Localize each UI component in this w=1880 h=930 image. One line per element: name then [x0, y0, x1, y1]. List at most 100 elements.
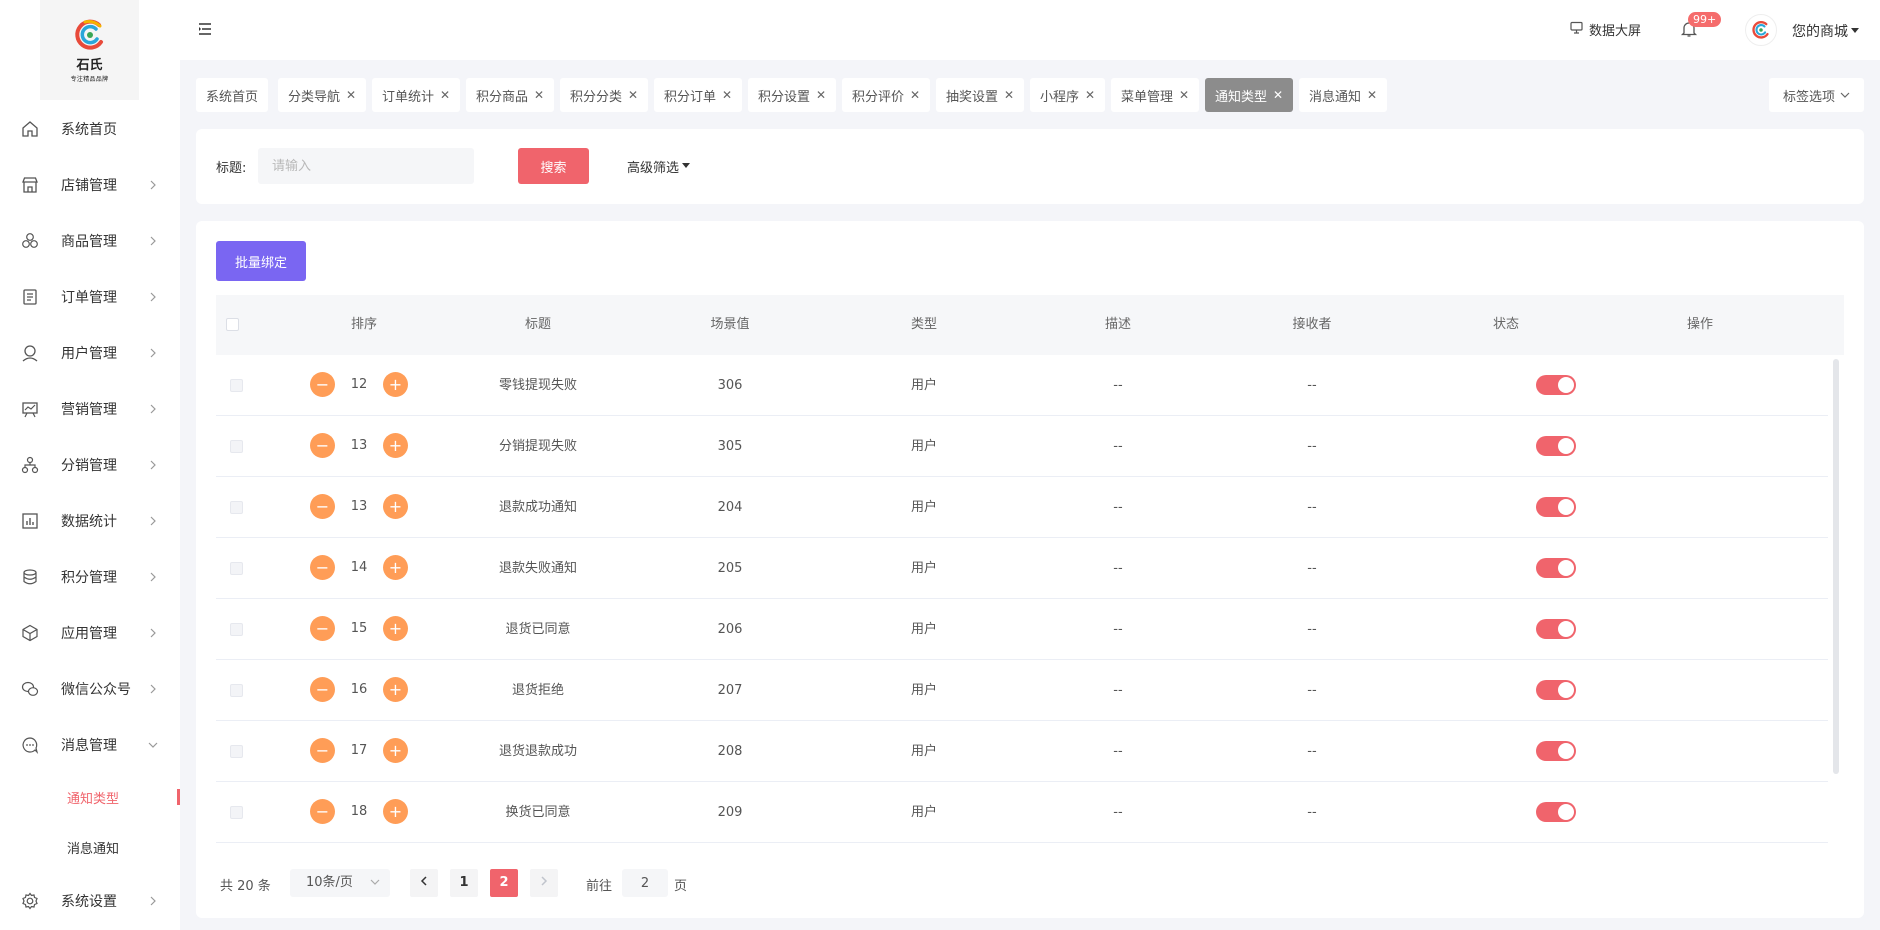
tab-notice-type[interactable]: 通知类型 ✕ — [1205, 78, 1294, 112]
title-search-input[interactable] — [258, 148, 474, 184]
batch-bind-button[interactable]: 批量绑定 — [216, 241, 306, 281]
cell-receiver: -- — [1307, 500, 1317, 515]
decrement-button[interactable]: − — [310, 799, 335, 824]
tab-lottery-settings[interactable]: 抽奖设置 ✕ — [936, 78, 1025, 112]
sidebar-item-statistics[interactable]: 数据统计 — [0, 501, 180, 541]
close-icon[interactable]: ✕ — [1367, 88, 1377, 102]
status-toggle[interactable] — [1536, 436, 1576, 456]
row-checkbox[interactable] — [230, 684, 243, 697]
sidebar-item-orders[interactable]: 订单管理 — [0, 277, 180, 317]
sidebar-item-users[interactable]: 用户管理 — [0, 333, 180, 373]
goto-page-input[interactable] — [622, 869, 668, 897]
decrement-button[interactable]: − — [310, 494, 335, 519]
decrement-button[interactable]: − — [310, 677, 335, 702]
cell-scene: 207 — [717, 683, 743, 698]
tab-label: 积分分类 — [570, 89, 623, 105]
increment-button[interactable]: + — [383, 494, 408, 519]
prev-page-button[interactable] — [410, 869, 438, 897]
tab-points-orders[interactable]: 积分订单 ✕ — [654, 78, 743, 112]
tab-points-settings[interactable]: 积分设置 ✕ — [748, 78, 837, 112]
tab-menu-management[interactable]: 菜单管理 ✕ — [1111, 78, 1200, 112]
avatar[interactable] — [1745, 14, 1777, 46]
sidebar-item-points[interactable]: 积分管理 — [0, 557, 180, 597]
increment-button[interactable]: + — [383, 799, 408, 824]
menu-toggle-icon[interactable] — [198, 22, 214, 38]
tab-points-goods[interactable]: 积分商品 ✕ — [466, 78, 555, 112]
search-button[interactable]: 搜索 — [518, 148, 589, 184]
close-icon[interactable]: ✕ — [1179, 88, 1189, 102]
sidebar-item-store[interactable]: 店铺管理 — [0, 165, 180, 205]
decrement-button[interactable]: − — [310, 372, 335, 397]
table-scrollbar[interactable] — [1833, 359, 1839, 774]
decrement-button[interactable]: − — [310, 616, 335, 641]
row-checkbox[interactable] — [230, 501, 243, 514]
status-toggle[interactable] — [1536, 619, 1576, 639]
row-checkbox[interactable] — [230, 745, 243, 758]
sidebar-item-apps[interactable]: 应用管理 — [0, 613, 180, 653]
status-toggle[interactable] — [1536, 497, 1576, 517]
status-toggle[interactable] — [1536, 558, 1576, 578]
tab-mini-program[interactable]: 小程序 ✕ — [1030, 78, 1106, 112]
decrement-button[interactable]: − — [310, 433, 335, 458]
shop-dropdown[interactable]: 您的商城 — [1792, 21, 1860, 41]
sort-stepper: − 14 + — [310, 555, 490, 581]
page-size-select[interactable]: 10条/页 — [290, 869, 390, 897]
tab-points-reviews[interactable]: 积分评价 ✕ — [842, 78, 931, 112]
brand-logo[interactable]: 石氏 专注精品品牌 — [40, 0, 139, 100]
notification-badge: 99+ — [1688, 12, 1722, 27]
sidebar-item-goods[interactable]: 商品管理 — [0, 221, 180, 261]
cell-type: 用户 — [910, 805, 937, 820]
select-all-checkbox[interactable] — [226, 318, 239, 331]
close-icon[interactable]: ✕ — [816, 88, 826, 102]
increment-button[interactable]: + — [383, 433, 408, 458]
close-icon[interactable]: ✕ — [1273, 88, 1283, 102]
increment-button[interactable]: + — [383, 738, 408, 763]
increment-button[interactable]: + — [383, 555, 408, 580]
close-icon[interactable]: ✕ — [440, 88, 450, 102]
increment-button[interactable]: + — [383, 616, 408, 641]
close-icon[interactable]: ✕ — [346, 88, 356, 102]
close-icon[interactable]: ✕ — [1004, 88, 1014, 102]
status-toggle[interactable] — [1536, 680, 1576, 700]
advanced-filter-toggle[interactable]: 高级筛选 — [627, 157, 691, 176]
tab-category-nav[interactable]: 分类导航 ✕ — [278, 78, 367, 112]
tab-points-category[interactable]: 积分分类 ✕ — [560, 78, 649, 112]
row-checkbox[interactable] — [230, 379, 243, 392]
tab-message-notice[interactable]: 消息通知 ✕ — [1299, 78, 1388, 112]
close-icon[interactable]: ✕ — [910, 88, 920, 102]
sidebar-subitem-message-notice[interactable]: 消息通知 — [0, 829, 180, 865]
sort-value: 18 — [350, 804, 368, 819]
close-icon[interactable]: ✕ — [722, 88, 732, 102]
chevron-right-icon — [148, 404, 158, 414]
row-checkbox[interactable] — [230, 440, 243, 453]
table-row: − 13 + 退款成功通知 204 用户 -- -- — [216, 477, 1828, 538]
next-page-button[interactable] — [530, 869, 558, 897]
page-1-button[interactable]: 1 — [450, 869, 478, 897]
goto-label: 前往 — [586, 879, 613, 894]
close-icon[interactable]: ✕ — [628, 88, 638, 102]
increment-button[interactable]: + — [383, 677, 408, 702]
page-2-button[interactable]: 2 — [490, 869, 518, 897]
sidebar-subitem-notice-type[interactable]: 通知类型 — [0, 779, 180, 815]
tab-home[interactable]: 系统首页 — [196, 78, 269, 112]
row-checkbox[interactable] — [230, 562, 243, 575]
sidebar-item-marketing[interactable]: 营销管理 — [0, 389, 180, 429]
status-toggle[interactable] — [1536, 741, 1576, 761]
row-checkbox[interactable] — [230, 806, 243, 819]
sidebar-item-home[interactable]: 系统首页 — [0, 109, 180, 149]
sidebar-item-messages[interactable]: 消息管理 — [0, 725, 180, 765]
big-screen-button[interactable]: 数据大屏 — [1570, 20, 1641, 39]
sidebar-item-settings[interactable]: 系统设置 — [0, 881, 180, 921]
status-toggle[interactable] — [1536, 802, 1576, 822]
decrement-button[interactable]: − — [310, 738, 335, 763]
close-icon[interactable]: ✕ — [534, 88, 544, 102]
sidebar-item-distribution[interactable]: 分销管理 — [0, 445, 180, 485]
status-toggle[interactable] — [1536, 375, 1576, 395]
increment-button[interactable]: + — [383, 372, 408, 397]
sidebar-item-wechat[interactable]: 微信公众号 — [0, 669, 180, 709]
tag-options-dropdown[interactable]: 标签选项 — [1769, 78, 1864, 112]
row-checkbox[interactable] — [230, 623, 243, 636]
decrement-button[interactable]: − — [310, 555, 335, 580]
tab-order-stats[interactable]: 订单统计 ✕ — [372, 78, 461, 112]
close-icon[interactable]: ✕ — [1085, 88, 1095, 102]
